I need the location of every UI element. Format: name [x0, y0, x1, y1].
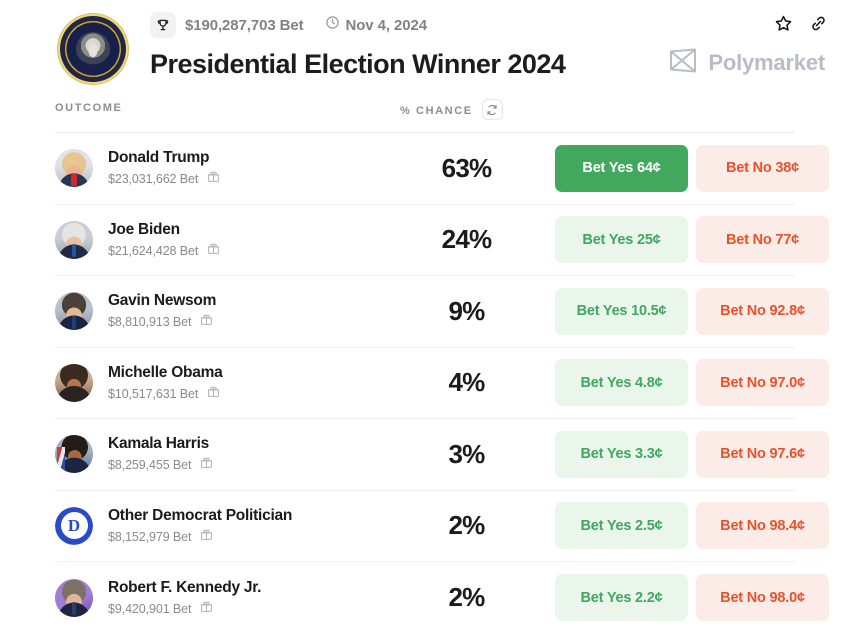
bet-yes-button[interactable]: Bet Yes 3.3¢	[555, 431, 688, 478]
trophy-icon	[150, 12, 176, 38]
outcome-chance: 63%	[400, 153, 533, 184]
column-header-chance: % CHANCE	[400, 105, 473, 117]
outcome-bet-amount: $8,152,979 Bet	[108, 530, 191, 544]
bet-yes-button[interactable]: Bet Yes 2.5¢	[555, 502, 688, 549]
outcome-chance: 3%	[400, 439, 533, 470]
bet-yes-button[interactable]: Bet Yes 25¢	[555, 216, 688, 263]
outcome-chance: 24%	[400, 224, 533, 255]
column-header-outcome: OUTCOME	[55, 100, 122, 114]
outcome-bet-amount: $23,031,662 Bet	[108, 172, 198, 186]
joe-biden-avatar	[55, 221, 93, 259]
market-header: $190,287,703 Bet Nov 4, 2024 Presidentia…	[0, 0, 850, 100]
table-row[interactable]: Joe Biden$21,624,428 Bet24%Bet Yes 25¢Be…	[55, 205, 795, 277]
gift-icon[interactable]	[200, 600, 213, 618]
bet-yes-button[interactable]: Bet Yes 4.8¢	[555, 359, 688, 406]
robert-f-kennedy-jr-avatar	[55, 579, 93, 617]
brand-name: Polymarket	[708, 50, 825, 76]
outcome-bet-amount: $8,259,455 Bet	[108, 458, 191, 472]
presidential-seal-icon	[57, 13, 129, 85]
bet-yes-button[interactable]: Bet Yes 64¢	[555, 145, 688, 192]
outcome-name: Robert F. Kennedy Jr.	[108, 578, 261, 597]
dem-logo-letter: D	[61, 512, 88, 539]
bet-no-button[interactable]: Bet No 38¢	[696, 145, 829, 192]
table-row[interactable]: Kamala Harris $8,259,455 Bet 3% Bet Yes 3.3…	[55, 419, 795, 491]
outcome-chance: 4%	[400, 367, 533, 398]
table-row[interactable]: Gavin Newsom $8,810,913 Bet 9% Bet Yes 10.5…	[55, 276, 795, 348]
bet-no-button[interactable]: Bet No 98.4¢	[696, 502, 829, 549]
outcome-chance: 2%	[400, 510, 533, 541]
link-icon[interactable]	[809, 14, 828, 33]
outcome-name: Donald Trump	[108, 148, 220, 167]
market-volume: $190,287,703 Bet	[185, 17, 304, 34]
gift-icon[interactable]	[207, 170, 220, 188]
gift-icon[interactable]	[200, 456, 213, 474]
bet-no-button[interactable]: Bet No 77¢	[696, 216, 829, 263]
outcome-chance: 2%	[400, 582, 533, 613]
table-row[interactable]: D Other Democrat Politician $8,152,979 Bet…	[55, 491, 795, 563]
outcome-chance: 9%	[400, 296, 533, 327]
table-row[interactable]: Robert F. Kennedy Jr. $9,420,901 Bet 2% Bet…	[55, 562, 795, 634]
gift-icon[interactable]	[207, 385, 220, 403]
outcome-bet-amount: $10,517,631 Bet	[108, 387, 198, 401]
clock-icon	[325, 15, 340, 35]
star-icon[interactable]	[774, 14, 793, 33]
bet-no-button[interactable]: Bet No 98.0¢	[696, 574, 829, 621]
kamala-harris-avatar	[55, 435, 93, 473]
outcome-bet-amount: $21,624,428 Bet	[108, 244, 198, 258]
gift-icon[interactable]	[200, 528, 213, 546]
gift-icon[interactable]	[207, 242, 220, 260]
bet-no-button[interactable]: Bet No 92.8¢	[696, 288, 829, 335]
gift-icon[interactable]	[200, 313, 213, 331]
democratic-party-logo: D	[55, 507, 93, 545]
donald-trump-avatar	[55, 149, 93, 187]
outcome-list: Donald Trump $23,031,662 Bet 63% Bet Yes 64…	[55, 133, 795, 634]
outcome-name: Other Democrat Politician	[108, 506, 292, 525]
outcome-bet-amount: $8,810,913 Bet	[108, 315, 191, 329]
table-header: OUTCOME % CHANCE	[55, 100, 795, 133]
polymarket-brand: Polymarket	[669, 48, 825, 78]
outcome-bet-amount: $9,420,901 Bet	[108, 602, 191, 616]
gavin-newsom-avatar	[55, 292, 93, 330]
outcome-name: Joe Biden	[108, 220, 220, 239]
table-row[interactable]: Michelle Obama $10,517,631 Bet 4% Bet Yes 4…	[55, 348, 795, 420]
bet-no-button[interactable]: Bet No 97.0¢	[696, 359, 829, 406]
market-date: Nov 4, 2024	[346, 17, 427, 34]
refresh-icon[interactable]	[482, 99, 503, 120]
table-row[interactable]: Donald Trump $23,031,662 Bet 63% Bet Yes 64…	[55, 133, 795, 205]
outcome-name: Kamala Harris	[108, 434, 213, 453]
market-page: $190,287,703 Bet Nov 4, 2024 Presidentia…	[0, 0, 850, 643]
bet-yes-button[interactable]: Bet Yes 2.2¢	[555, 574, 688, 621]
market-meta: $190,287,703 Bet Nov 4, 2024	[150, 12, 828, 38]
michelle-obama-avatar	[55, 364, 93, 402]
outcome-name: Gavin Newsom	[108, 291, 216, 310]
polymarket-logo-icon	[669, 48, 697, 78]
outcome-name: Michelle Obama	[108, 363, 223, 382]
bet-yes-button[interactable]: Bet Yes 10.5¢	[555, 288, 688, 335]
bet-no-button[interactable]: Bet No 97.6¢	[696, 431, 829, 478]
